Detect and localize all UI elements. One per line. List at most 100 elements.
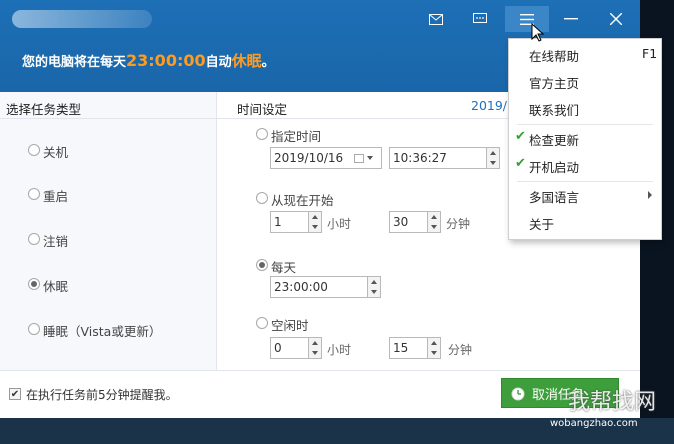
specified-time-label: 指定时间	[271, 129, 322, 144]
checkmark-icon: ✔	[515, 129, 526, 144]
spin-down-icon	[490, 161, 496, 165]
message-button[interactable]	[460, 6, 500, 32]
mail-button[interactable]	[416, 6, 456, 32]
notice-suffix: 。	[261, 55, 275, 70]
menu-item-label: 多国语言	[529, 190, 580, 205]
menu-item-about[interactable]: 关于	[509, 209, 661, 236]
watermark-text: 我帮找网	[568, 390, 657, 415]
shutdown-label: 关机	[43, 145, 69, 160]
spin-down-icon	[371, 290, 377, 294]
specified-date-value: 2019/10/16	[274, 151, 344, 165]
sleep-radio[interactable]	[28, 323, 40, 335]
hour-unit-label: 小时	[327, 217, 352, 231]
restart-label: 重启	[43, 189, 69, 204]
mouse-cursor-icon	[531, 23, 545, 42]
daily-label: 每天	[271, 260, 297, 275]
idle-radio[interactable]	[256, 317, 268, 329]
daily-time-value: 23:00:00	[274, 280, 328, 294]
from-now-hours-spinner[interactable]	[308, 211, 322, 233]
menu-shortcut: F1	[642, 46, 658, 61]
idle-minutes-spinner[interactable]	[427, 337, 441, 359]
main-menu-dropdown: 在线帮助 F1 官方主页 联系我们 ✔ 检查更新 ✔ 开机启动 多国语言 关于	[508, 38, 662, 240]
daily-time-spinner[interactable]	[367, 276, 381, 298]
app-title-blurred	[12, 10, 152, 28]
minute-unit-label: 分钟	[446, 217, 471, 231]
from-now-minutes-field[interactable]: 30	[389, 211, 429, 233]
restart-radio[interactable]	[28, 188, 40, 200]
mail-icon	[429, 13, 443, 25]
chevron-right-icon	[648, 191, 652, 199]
logoff-label: 注销	[43, 234, 69, 249]
spin-down-icon	[431, 225, 437, 229]
divider	[0, 118, 216, 119]
minimize-button[interactable]	[551, 6, 591, 32]
time-settings-title: 时间设定	[237, 102, 288, 117]
calendar-icon	[354, 154, 364, 163]
notice-action: 休眠	[231, 52, 262, 70]
shutdown-radio[interactable]	[28, 144, 40, 156]
hibernate-radio[interactable]	[28, 278, 40, 290]
menu-item-label: 关于	[529, 217, 555, 232]
watermark: 我帮找网 wobangzhao.com	[538, 384, 674, 436]
idle-hours-spinner[interactable]	[308, 337, 322, 359]
checkmark-icon: ✔	[10, 388, 20, 400]
spin-up-icon	[490, 151, 496, 155]
watermark-url: wobangzhao.com	[550, 418, 638, 429]
daily-time-field[interactable]: 23:00:00	[270, 276, 368, 298]
specified-time-spinner[interactable]	[486, 147, 500, 169]
specified-time-value: 10:36:27	[393, 151, 447, 165]
idle-hours-value: 0	[274, 341, 282, 355]
date-picker-button[interactable]	[354, 151, 378, 165]
checkmark-icon: ✔	[515, 156, 526, 171]
message-icon	[473, 13, 487, 23]
menu-item-label: 联系我们	[529, 103, 580, 118]
menu-item-online-help[interactable]: 在线帮助 F1	[509, 41, 661, 68]
remind-checkbox[interactable]: ✔	[9, 388, 21, 400]
idle-minutes-value: 15	[393, 341, 409, 355]
menu-item-homepage[interactable]: 官方主页	[509, 68, 661, 95]
hibernate-label: 休眠	[43, 279, 69, 294]
minute-unit-label: 分钟	[448, 343, 473, 357]
schedule-notice: 您的电脑将在每天23:00:00自动休眠。	[22, 50, 275, 71]
from-now-minutes-spinner[interactable]	[427, 211, 441, 233]
menu-item-check-updates[interactable]: ✔ 检查更新	[509, 125, 661, 152]
close-icon	[610, 13, 622, 25]
minimize-icon	[564, 18, 578, 20]
daily-radio[interactable]	[256, 259, 268, 271]
idle-hours-field[interactable]: 0	[270, 337, 310, 359]
idle-minutes-field[interactable]: 15	[389, 337, 429, 359]
alarm-clock-icon	[511, 387, 525, 401]
spin-up-icon	[312, 341, 318, 345]
menu-item-label: 开机启动	[529, 160, 580, 175]
spin-up-icon	[431, 341, 437, 345]
spin-up-icon	[371, 280, 377, 284]
menu-item-label: 官方主页	[529, 76, 580, 91]
spin-down-icon	[431, 351, 437, 355]
chevron-down-icon	[367, 156, 373, 160]
spin-down-icon	[312, 351, 318, 355]
sleep-label: 睡眠（Vista或更新）	[43, 324, 162, 339]
specified-time-radio[interactable]	[256, 128, 268, 140]
hour-unit-label: 小时	[327, 343, 352, 357]
logoff-radio[interactable]	[28, 233, 40, 245]
notice-mid: 自动	[205, 55, 232, 70]
from-now-radio[interactable]	[256, 192, 268, 204]
menu-item-languages[interactable]: 多国语言	[509, 182, 661, 209]
from-now-label: 从现在开始	[271, 193, 334, 208]
notice-prefix: 您的电脑将在每天	[22, 55, 127, 70]
spin-down-icon	[312, 225, 318, 229]
menu-item-label: 在线帮助	[529, 49, 580, 64]
close-button[interactable]	[596, 6, 636, 32]
specified-time-field[interactable]: 10:36:27	[389, 147, 487, 169]
menu-item-startup[interactable]: ✔ 开机启动	[509, 152, 661, 179]
notice-time: 23:00:00	[126, 51, 206, 70]
task-type-title: 选择任务类型	[6, 102, 82, 117]
from-now-minutes-value: 30	[393, 215, 409, 229]
from-now-hours-value: 1	[274, 215, 282, 229]
spin-up-icon	[312, 215, 318, 219]
idle-label: 空闲时	[271, 318, 309, 333]
from-now-hours-field[interactable]: 1	[270, 211, 310, 233]
remind-label: 在执行任务前5分钟提醒我。	[26, 388, 178, 402]
spin-up-icon	[431, 215, 437, 219]
menu-item-contact-us[interactable]: 联系我们	[509, 95, 661, 122]
